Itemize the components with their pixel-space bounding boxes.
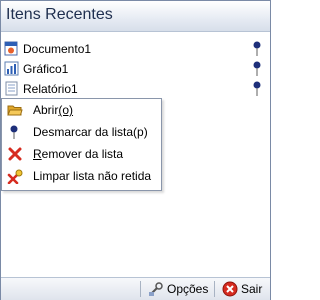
- menu-item-clear-list[interactable]: Limpar lista não retida: [2, 165, 161, 187]
- pin-icon[interactable]: [252, 81, 262, 97]
- folder-open-icon: [7, 105, 23, 116]
- recent-items-panel: Itens Recentes Documento1 Gráfico1 Relat…: [0, 0, 271, 300]
- clear-list-icon: [7, 169, 23, 184]
- chart-icon: [4, 61, 19, 76]
- exit-icon: [222, 281, 238, 297]
- menu-item-label: Limpar lista não retida: [33, 169, 152, 183]
- report-icon: [5, 81, 18, 96]
- pin-icon[interactable]: [252, 41, 262, 57]
- list-item[interactable]: Gráfico1: [1, 59, 270, 79]
- list-item-label: Gráfico1: [23, 62, 69, 76]
- footer-bar: Opções Sair: [1, 277, 270, 300]
- list-item[interactable]: Documento1: [1, 39, 270, 59]
- options-button[interactable]: Opções: [144, 278, 212, 300]
- menu-item-open[interactable]: Abrir(o): [2, 99, 161, 121]
- context-menu: Abrir(o) Desmarcar da lista(p) Remover d…: [1, 98, 162, 191]
- menu-item-accelerator: (o): [58, 103, 74, 117]
- remove-icon: [8, 147, 22, 161]
- list-item-label: Relatório1: [23, 82, 78, 96]
- recent-items-list: Documento1 Gráfico1 Relatório1: [1, 39, 270, 99]
- options-icon: [149, 282, 163, 296]
- pin-icon[interactable]: [252, 61, 262, 77]
- pin-icon: [10, 125, 18, 139]
- list-item[interactable]: Relatório1: [1, 79, 270, 99]
- panel-header: Itens Recentes: [1, 1, 270, 32]
- exit-label: Sair: [241, 282, 263, 296]
- panel-title: Itens Recentes: [6, 6, 113, 23]
- menu-item-label: Abrir: [33, 103, 59, 117]
- menu-item-remove[interactable]: Remover da lista: [2, 143, 161, 165]
- menu-item-label: Desmarcar da lista(p): [33, 125, 148, 139]
- footer-divider: [214, 281, 215, 297]
- menu-item-label: emover da lista: [41, 147, 124, 161]
- footer-divider: [140, 281, 141, 297]
- exit-button[interactable]: Sair: [218, 278, 266, 300]
- document-icon: [4, 41, 18, 56]
- menu-item-unpin[interactable]: Desmarcar da lista(p): [2, 121, 161, 143]
- options-label: Opções: [167, 282, 209, 296]
- list-item-label: Documento1: [23, 42, 92, 56]
- menu-item-accelerator: R: [33, 147, 42, 161]
